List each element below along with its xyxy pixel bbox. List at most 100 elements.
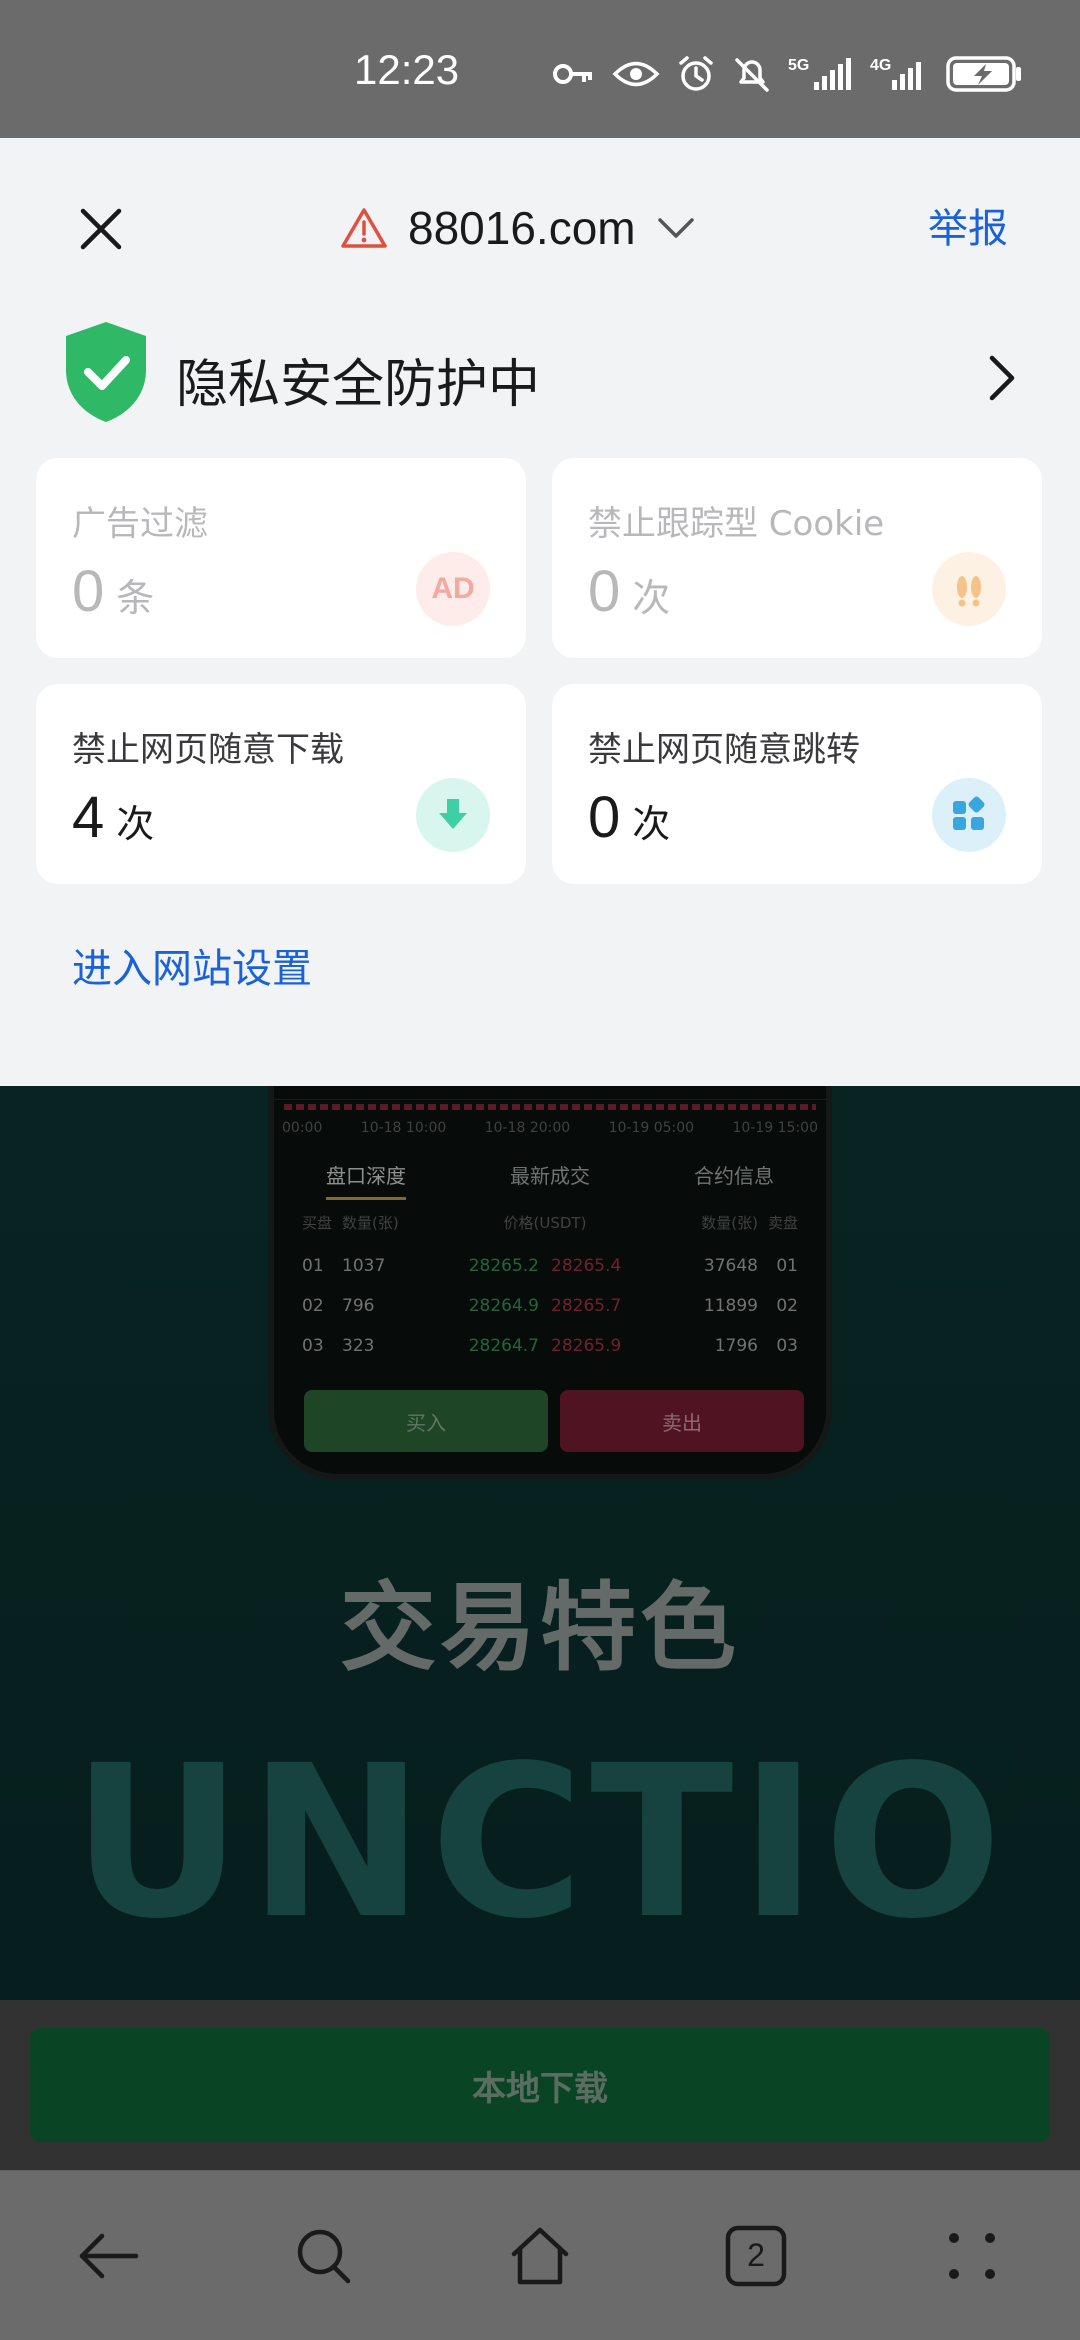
card-label: 广告过滤 xyxy=(72,504,208,544)
download-glyph xyxy=(439,799,467,829)
tabs-button[interactable]: 2 xyxy=(711,2211,801,2301)
apps-grid-icon xyxy=(932,778,1006,852)
site-settings-link[interactable]: 进入网站设置 xyxy=(72,936,312,994)
card-count: 0 xyxy=(588,785,621,850)
axis-label: 00:00 xyxy=(282,1120,323,1136)
browser-nav-bar: 2 xyxy=(0,2170,1080,2340)
ask-price: 28265.4 xyxy=(551,1256,622,1276)
axis-label: 10-19 05:00 xyxy=(608,1120,695,1136)
row-index: 01 xyxy=(776,1256,798,1276)
card-unit: 次 xyxy=(116,802,155,846)
ad-badge-text: AD xyxy=(431,572,475,605)
bid-price: 28264.9 xyxy=(468,1296,539,1316)
bid-qty: 323 xyxy=(342,1336,375,1356)
orderbook-header: 买盘 数量(张) 价格(USDT) 数量(张) 卖盘 xyxy=(302,1212,798,1233)
row-index: 03 xyxy=(302,1336,324,1356)
ask-qty: 1796 xyxy=(714,1336,758,1356)
tab-contract[interactable]: 合约信息 xyxy=(694,1160,774,1200)
back-button[interactable] xyxy=(63,2211,153,2301)
site-security-sheet: 88016.com 举报 隐私安全防护中 广告过滤 0 条 AD 禁止跟踪型 C… xyxy=(0,138,1080,1086)
row-index: 02 xyxy=(776,1296,798,1316)
card-label: 禁止跟踪型 Cookie xyxy=(588,504,885,544)
home-icon xyxy=(511,2227,569,2284)
apps-glyph xyxy=(953,796,985,830)
report-link[interactable]: 举报 xyxy=(928,196,1008,254)
search-icon xyxy=(297,2229,351,2283)
tab-count: 2 xyxy=(747,2236,765,2273)
local-download-button[interactable]: 本地下载 xyxy=(30,2028,1050,2142)
row-index: 01 xyxy=(302,1256,324,1276)
ask-qty: 11899 xyxy=(703,1296,758,1316)
footprints-glyph xyxy=(957,576,981,607)
features-title: 交易特色 xyxy=(340,1572,740,1684)
block-download-card[interactable]: 禁止网页随意下载 4 次 xyxy=(36,684,526,884)
signal-4g-icon: 4G xyxy=(870,57,921,90)
menu-button[interactable] xyxy=(927,2211,1017,2301)
privacy-status-row[interactable]: 隐私安全防护中 xyxy=(0,320,1080,440)
header-cell: 卖盘 xyxy=(767,1214,798,1232)
home-button[interactable] xyxy=(495,2211,585,2301)
status-icons: 5G 4G xyxy=(552,54,1024,94)
ask-price: 28265.7 xyxy=(551,1296,622,1316)
clock: 12:23 xyxy=(354,46,460,93)
close-icon xyxy=(80,208,122,250)
bid-price: 28265.2 xyxy=(468,1256,539,1276)
ad-filter-card[interactable]: 广告过滤 0 条 AD xyxy=(36,458,526,658)
menu-icon xyxy=(949,2232,995,2279)
footprints-icon xyxy=(932,552,1006,626)
table-row: 03 323 28264.7 28265.9 1796 03 xyxy=(302,1336,798,1356)
axis-label: 10-18 20:00 xyxy=(484,1120,571,1136)
shield-check-icon xyxy=(66,322,146,422)
card-count: 0 xyxy=(588,559,621,624)
mute-icon xyxy=(735,58,769,92)
back-icon xyxy=(79,2233,139,2278)
card-value: 0 条 xyxy=(72,558,154,625)
header-cell: 数量(张) xyxy=(701,1214,758,1232)
tracking-cookie-card[interactable]: 禁止跟踪型 Cookie 0 次 xyxy=(552,458,1042,658)
buy-button[interactable]: 买入 xyxy=(304,1390,548,1452)
sheet-header: 88016.com 举报 xyxy=(0,138,1080,308)
decorative-word: UNCTIO xyxy=(71,1720,1009,1965)
ask-price: 28265.9 xyxy=(551,1336,622,1356)
sell-button[interactable]: 卖出 xyxy=(560,1390,804,1452)
signal-5g-icon: 5G xyxy=(788,57,851,90)
svg-text:4G: 4G xyxy=(870,57,891,74)
close-button[interactable] xyxy=(66,194,136,264)
card-value: 0 次 xyxy=(588,558,670,625)
chevron-down-icon xyxy=(657,218,694,238)
card-unit: 条 xyxy=(116,576,155,620)
search-button[interactable] xyxy=(279,2211,369,2301)
card-count: 0 xyxy=(72,559,105,624)
svg-text:5G: 5G xyxy=(788,57,809,74)
axis-label: 10-18 10:00 xyxy=(360,1120,447,1136)
eye-icon xyxy=(612,61,660,87)
key-icon xyxy=(553,64,592,84)
alarm-icon xyxy=(679,56,713,91)
site-domain: 88016.com xyxy=(408,202,636,254)
card-unit: 次 xyxy=(632,576,671,620)
ask-qty: 37648 xyxy=(703,1256,758,1276)
ad-badge-icon: AD xyxy=(416,552,490,626)
table-row: 01 1037 28265.2 28265.4 37648 01 xyxy=(302,1256,798,1276)
card-count: 4 xyxy=(72,785,105,850)
card-value: 0 次 xyxy=(588,784,670,851)
chevron-right-icon xyxy=(989,355,1015,401)
privacy-title: 隐私安全防护中 xyxy=(176,355,541,415)
tab-depth[interactable]: 盘口深度 xyxy=(326,1160,406,1200)
row-index: 02 xyxy=(302,1296,324,1316)
block-redirect-card[interactable]: 禁止网页随意跳转 0 次 xyxy=(552,684,1042,884)
header-cell: 价格(USDT) xyxy=(503,1214,587,1232)
card-label: 禁止网页随意下载 xyxy=(72,730,344,770)
site-domain-selector[interactable]: 88016.com xyxy=(340,190,696,266)
tab-trades[interactable]: 最新成交 xyxy=(510,1160,590,1200)
header-cell: 数量(张) xyxy=(342,1214,399,1232)
download-arrow-icon xyxy=(416,778,490,852)
axis-label: 10-19 15:00 xyxy=(732,1120,818,1136)
card-label: 禁止网页随意跳转 xyxy=(588,730,860,770)
battery-charging-icon xyxy=(946,56,1021,92)
axis-labels: 00:00 10-18 10:00 10-18 20:00 10-19 05:0… xyxy=(282,1120,818,1136)
card-value: 4 次 xyxy=(72,784,154,851)
bid-qty: 796 xyxy=(342,1296,375,1316)
phone-mockup: 00:00 10-18 10:00 10-18 20:00 10-19 05:0… xyxy=(268,1040,832,1480)
bid-price: 28264.7 xyxy=(468,1336,539,1356)
